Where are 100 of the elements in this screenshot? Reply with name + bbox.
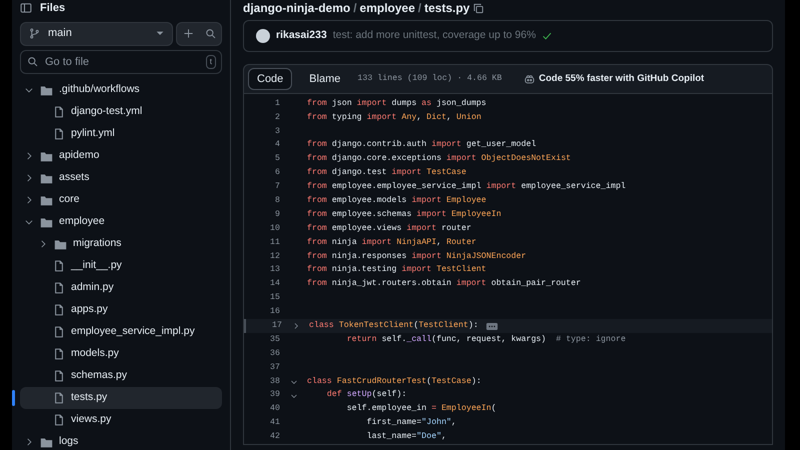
line-number: 14	[269, 278, 280, 290]
code-line: from employee.schemas import EmployeeIn	[307, 208, 502, 221]
line-number: 9	[274, 208, 280, 221]
folder-icon	[40, 84, 53, 96]
folder-item[interactable]: assets	[20, 167, 222, 189]
line-number: 7	[274, 181, 280, 194]
commit-message[interactable]: test: add more unittest, coverage up to 96%	[332, 28, 536, 44]
file-icon	[53, 370, 65, 382]
file-icon	[53, 326, 65, 338]
file-item[interactable]: __init__.py	[20, 255, 222, 277]
code-line: return self._call(func, request, kwargs) # type: ignore	[346, 334, 626, 346]
ellipsis-icon[interactable]	[486, 322, 498, 330]
search-icon	[204, 28, 216, 39]
file-item[interactable]: models.py	[20, 343, 222, 365]
line-number: 13	[269, 264, 280, 276]
line-number: 2	[274, 112, 280, 124]
breadcrumb-link[interactable]: django-ninja-demo	[243, 0, 350, 17]
file-item[interactable]: admin.py	[20, 277, 222, 299]
code-line: def setUp(self):	[326, 389, 407, 402]
file-icon	[53, 260, 65, 272]
file-icon	[53, 392, 65, 404]
line-number: 5	[274, 153, 280, 166]
breadcrumb-link[interactable]: employee	[360, 0, 416, 17]
line-number: 42	[269, 431, 280, 444]
sidebar-icon	[20, 2, 32, 14]
line-number: 11	[269, 236, 280, 249]
line-number: 8	[274, 194, 280, 207]
check-icon	[542, 31, 552, 41]
line-number: 39	[269, 389, 280, 402]
line-number: 1	[274, 98, 280, 110]
file-item[interactable]: django-test.yml	[20, 101, 222, 123]
code-line: from typing import Any, Dict, Union	[307, 112, 482, 124]
branch-button[interactable]: main	[20, 22, 174, 46]
caret-icon	[156, 29, 164, 38]
plus-icon	[182, 28, 194, 39]
code-line: from django.test import TestCase	[307, 167, 466, 180]
line-number: 6	[274, 167, 280, 180]
file-item[interactable]: schemas.py	[20, 365, 222, 387]
view-tab[interactable]: Code	[248, 68, 292, 90]
folder-icon	[40, 194, 53, 206]
code-line: class TokenTestClient(TestClient):	[309, 320, 478, 332]
file-item[interactable]: employee_service_impl.py	[20, 321, 222, 343]
file-icon	[53, 128, 65, 140]
code-line: from ninja import NinjaAPI, Router	[307, 236, 476, 249]
folder-item[interactable]: apidemo	[20, 145, 222, 167]
folder-icon	[40, 436, 53, 448]
folder-item[interactable]: employee	[20, 211, 222, 233]
path-separator: /	[418, 0, 422, 17]
file-icon	[53, 348, 65, 360]
code-line: from employee.models import Employee	[307, 194, 486, 207]
folder-icon	[40, 172, 53, 184]
line-number: 38	[269, 376, 280, 388]
line-number: 3	[274, 126, 280, 138]
file-icon	[53, 106, 65, 118]
line-number: 40	[269, 403, 280, 416]
selection-indicator	[12, 390, 15, 406]
line-number: 15	[269, 292, 280, 304]
line-number: 16	[269, 306, 280, 318]
line-number: 35	[269, 334, 280, 346]
code-line: from django.contrib.auth import get_user_model	[307, 139, 536, 152]
code-line: last_name="Doe",	[366, 431, 446, 444]
file-item[interactable]: pylint.yml	[20, 123, 222, 145]
folder-icon	[54, 238, 67, 250]
folder-item[interactable]: migrations	[20, 233, 222, 255]
code-line: class FastCrudRouterTest(TestCase):	[307, 376, 482, 388]
line-number: 4	[274, 139, 280, 152]
code-line: from ninja.responses import NinjaJSONEncoder	[307, 250, 526, 263]
folder-item[interactable]: .github/workflows	[20, 79, 222, 101]
commit-author[interactable]: rikasai233	[276, 28, 327, 44]
path-separator: /	[353, 0, 357, 17]
code-line: from ninja.testing import TestClient	[307, 264, 486, 276]
copy-icon	[472, 2, 484, 14]
branch-icon	[29, 28, 40, 39]
code-line: from employee.views import router	[307, 222, 472, 235]
code-line: from ninja_jwt.routers.obtain import obtain_pair_router	[307, 278, 581, 290]
folder-icon	[40, 216, 53, 228]
line-number: 10	[269, 222, 280, 235]
file-info: 133 lines (109 loc) · 4.66 KB	[357, 72, 502, 85]
file-item[interactable]: views.py	[20, 409, 222, 431]
folder-item[interactable]: core	[20, 189, 222, 211]
view-tab[interactable]: Blame	[300, 68, 350, 90]
line-number: 12	[269, 250, 280, 263]
search-icon	[27, 56, 38, 66]
copilot-link[interactable]: Code 55% faster with GitHub Copilot	[518, 70, 710, 88]
line-number: 41	[269, 417, 280, 430]
code-line: self.employee_in = EmployeeIn(	[346, 403, 496, 416]
file-item[interactable]: apps.py	[20, 299, 222, 321]
shortcut-key: t	[206, 54, 216, 68]
line-number: 36	[269, 348, 280, 360]
folder-icon	[40, 150, 53, 162]
line-number: 37	[269, 362, 280, 374]
code-line: from django.core.exceptions import ObjectDoesNotExist	[307, 153, 571, 166]
folder-item[interactable]: logs	[20, 431, 222, 450]
avatar	[256, 29, 270, 43]
file-name: tests.py	[424, 0, 470, 17]
code-line: from employee.employee_service_impl import employee_service_impl	[307, 181, 626, 194]
file-icon	[53, 304, 65, 316]
line-number: 17	[271, 320, 282, 332]
file-icon	[53, 282, 65, 294]
file-icon	[53, 414, 65, 426]
